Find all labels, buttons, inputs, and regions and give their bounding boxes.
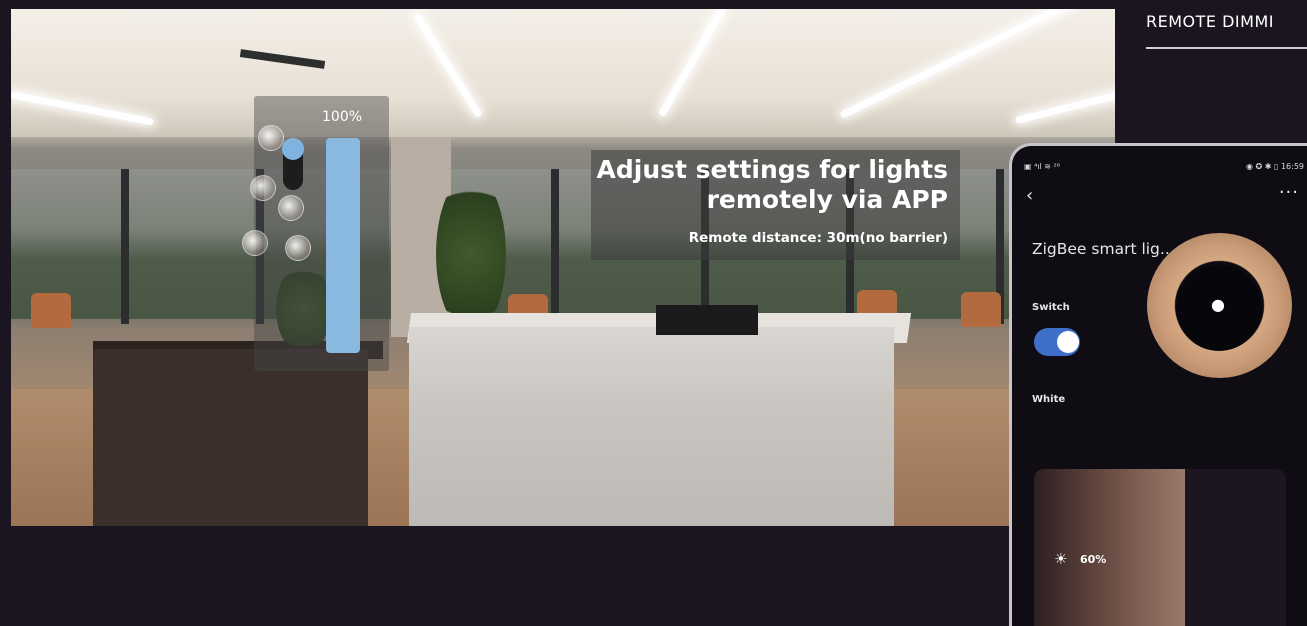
bulb-icon: ● [1211, 295, 1225, 314]
brightness-value: 60% [1080, 553, 1107, 566]
monitor [656, 305, 758, 335]
pendant-bulb [258, 125, 284, 151]
headline-box: Adjust settings for lights remotely via … [591, 150, 960, 260]
section-title: REMOTE DIMMI [1146, 12, 1274, 31]
chair [31, 293, 71, 328]
power-toggle-knob[interactable] [1057, 331, 1079, 353]
section-divider [1146, 47, 1307, 49]
pendant-bulb [242, 230, 268, 256]
headline-line-1: Adjust settings for lights [596, 155, 948, 184]
headline: Adjust settings for lights remotely via … [588, 155, 948, 215]
window-mullion [551, 169, 559, 324]
status-icons-left: ▣ ⁴ıl ≋ ²⁶ [1024, 162, 1060, 171]
office-photo [11, 9, 1115, 526]
cabinet [93, 349, 368, 526]
status-icons-right: ◉ ✪ ✱ ▯ 16:59 [1245, 162, 1304, 171]
brightness-percent-label: 100% [322, 109, 363, 125]
brightness-slider-knob[interactable] [282, 138, 304, 160]
brightness-level-bar [326, 138, 360, 353]
window-mullion [121, 169, 129, 324]
sun-icon: ☀ [1054, 550, 1068, 568]
potted-plant [436, 174, 506, 334]
pendant-bulb [285, 235, 311, 261]
reception-desk [409, 327, 894, 526]
ceiling [11, 9, 1115, 137]
white-label: White [1032, 394, 1066, 405]
pendant-bulb [250, 175, 276, 201]
back-arrow-icon[interactable]: ‹ [1026, 187, 1038, 205]
white-brightness-panel[interactable] [1034, 469, 1286, 626]
white-brightness-fill [1034, 469, 1186, 626]
remote-distance-text: Remote distance: 30m(no barrier) [688, 230, 948, 246]
phone-mockup: ▣ ⁴ıl ≋ ²⁶ ◉ ✪ ✱ ▯ 16:59 ‹ ··· ZigBee sm… [1009, 143, 1307, 626]
pendant-bulb [278, 195, 304, 221]
status-bar: ▣ ⁴ıl ≋ ²⁶ ◉ ✪ ✱ ▯ 16:59 [1024, 162, 1304, 176]
device-name: ZigBee smart lig... [1032, 240, 1175, 258]
headline-line-2: remotely via APP [706, 185, 948, 214]
more-options-icon[interactable]: ··· [1279, 184, 1299, 202]
switch-label: Switch [1032, 302, 1070, 313]
chair [961, 292, 1001, 327]
